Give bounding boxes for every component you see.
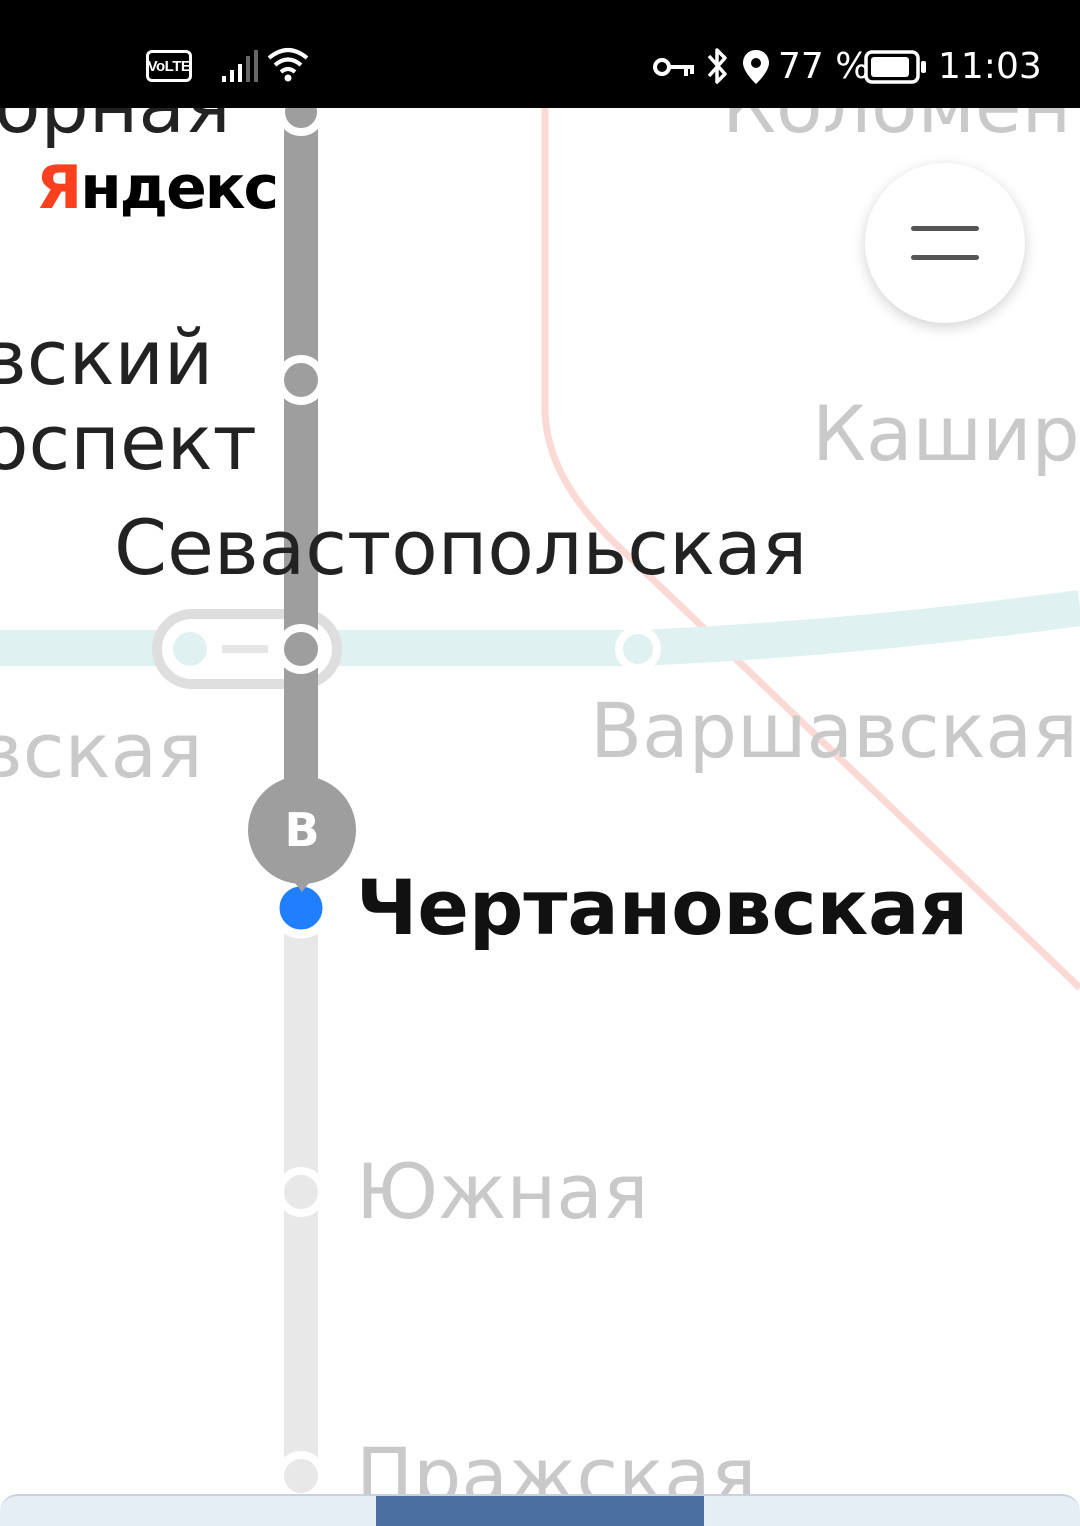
bottom-sheet-tab[interactable] bbox=[376, 1496, 704, 1526]
metro-map[interactable]: орная Коломен Яндекс вский оспект Кашир … bbox=[0, 108, 1080, 1516]
location-pin-icon bbox=[743, 50, 769, 84]
station-dot-prospekt bbox=[276, 355, 326, 405]
battery-icon bbox=[864, 50, 926, 84]
signal-icon bbox=[222, 50, 258, 82]
station-label-left-partial[interactable]: вская bbox=[0, 713, 203, 789]
station-label-prospekt-line1[interactable]: вский bbox=[0, 320, 213, 396]
station-label-yuzhnaya[interactable]: Южная bbox=[356, 1154, 649, 1230]
station-dot-yuzhnaya bbox=[276, 1167, 326, 1217]
station-dot-prazhskaya bbox=[276, 1451, 326, 1501]
station-dot-sevastopolskaya bbox=[276, 624, 326, 674]
yandex-logo: Яндекс bbox=[36, 153, 279, 223]
station-label-varshavskaya[interactable]: Варшавская bbox=[590, 693, 1078, 769]
status-bar: VoLTE 77 % 11:03 bbox=[0, 0, 1080, 108]
bottom-sheet[interactable] bbox=[0, 1494, 1080, 1526]
station-dot-top bbox=[277, 108, 325, 136]
station-label-chertanovskaya[interactable]: Чертановская bbox=[356, 870, 968, 946]
menu-button[interactable] bbox=[865, 163, 1025, 323]
vpn-key-icon bbox=[653, 58, 694, 76]
wifi-icon bbox=[267, 48, 309, 82]
battery-percent: 77 % bbox=[778, 46, 870, 87]
station-label-top-left[interactable]: орная bbox=[0, 108, 231, 144]
clock: 11:03 bbox=[938, 46, 1042, 87]
station-label-prospekt-line2[interactable]: оспект bbox=[0, 405, 257, 481]
route-point-b-marker[interactable]: B bbox=[248, 776, 356, 884]
station-label-kashir[interactable]: Кашир bbox=[812, 396, 1080, 472]
bluetooth-icon bbox=[707, 48, 727, 84]
station-label-sevastopolskaya[interactable]: Севастопольская bbox=[114, 510, 807, 586]
route-point-b-tail bbox=[288, 874, 316, 892]
station-label-top-right[interactable]: Коломен bbox=[722, 108, 1071, 144]
station-dot-varshavskaya bbox=[615, 626, 661, 672]
volte-badge: VoLTE bbox=[146, 50, 192, 82]
hamburger-menu-icon bbox=[911, 226, 979, 260]
